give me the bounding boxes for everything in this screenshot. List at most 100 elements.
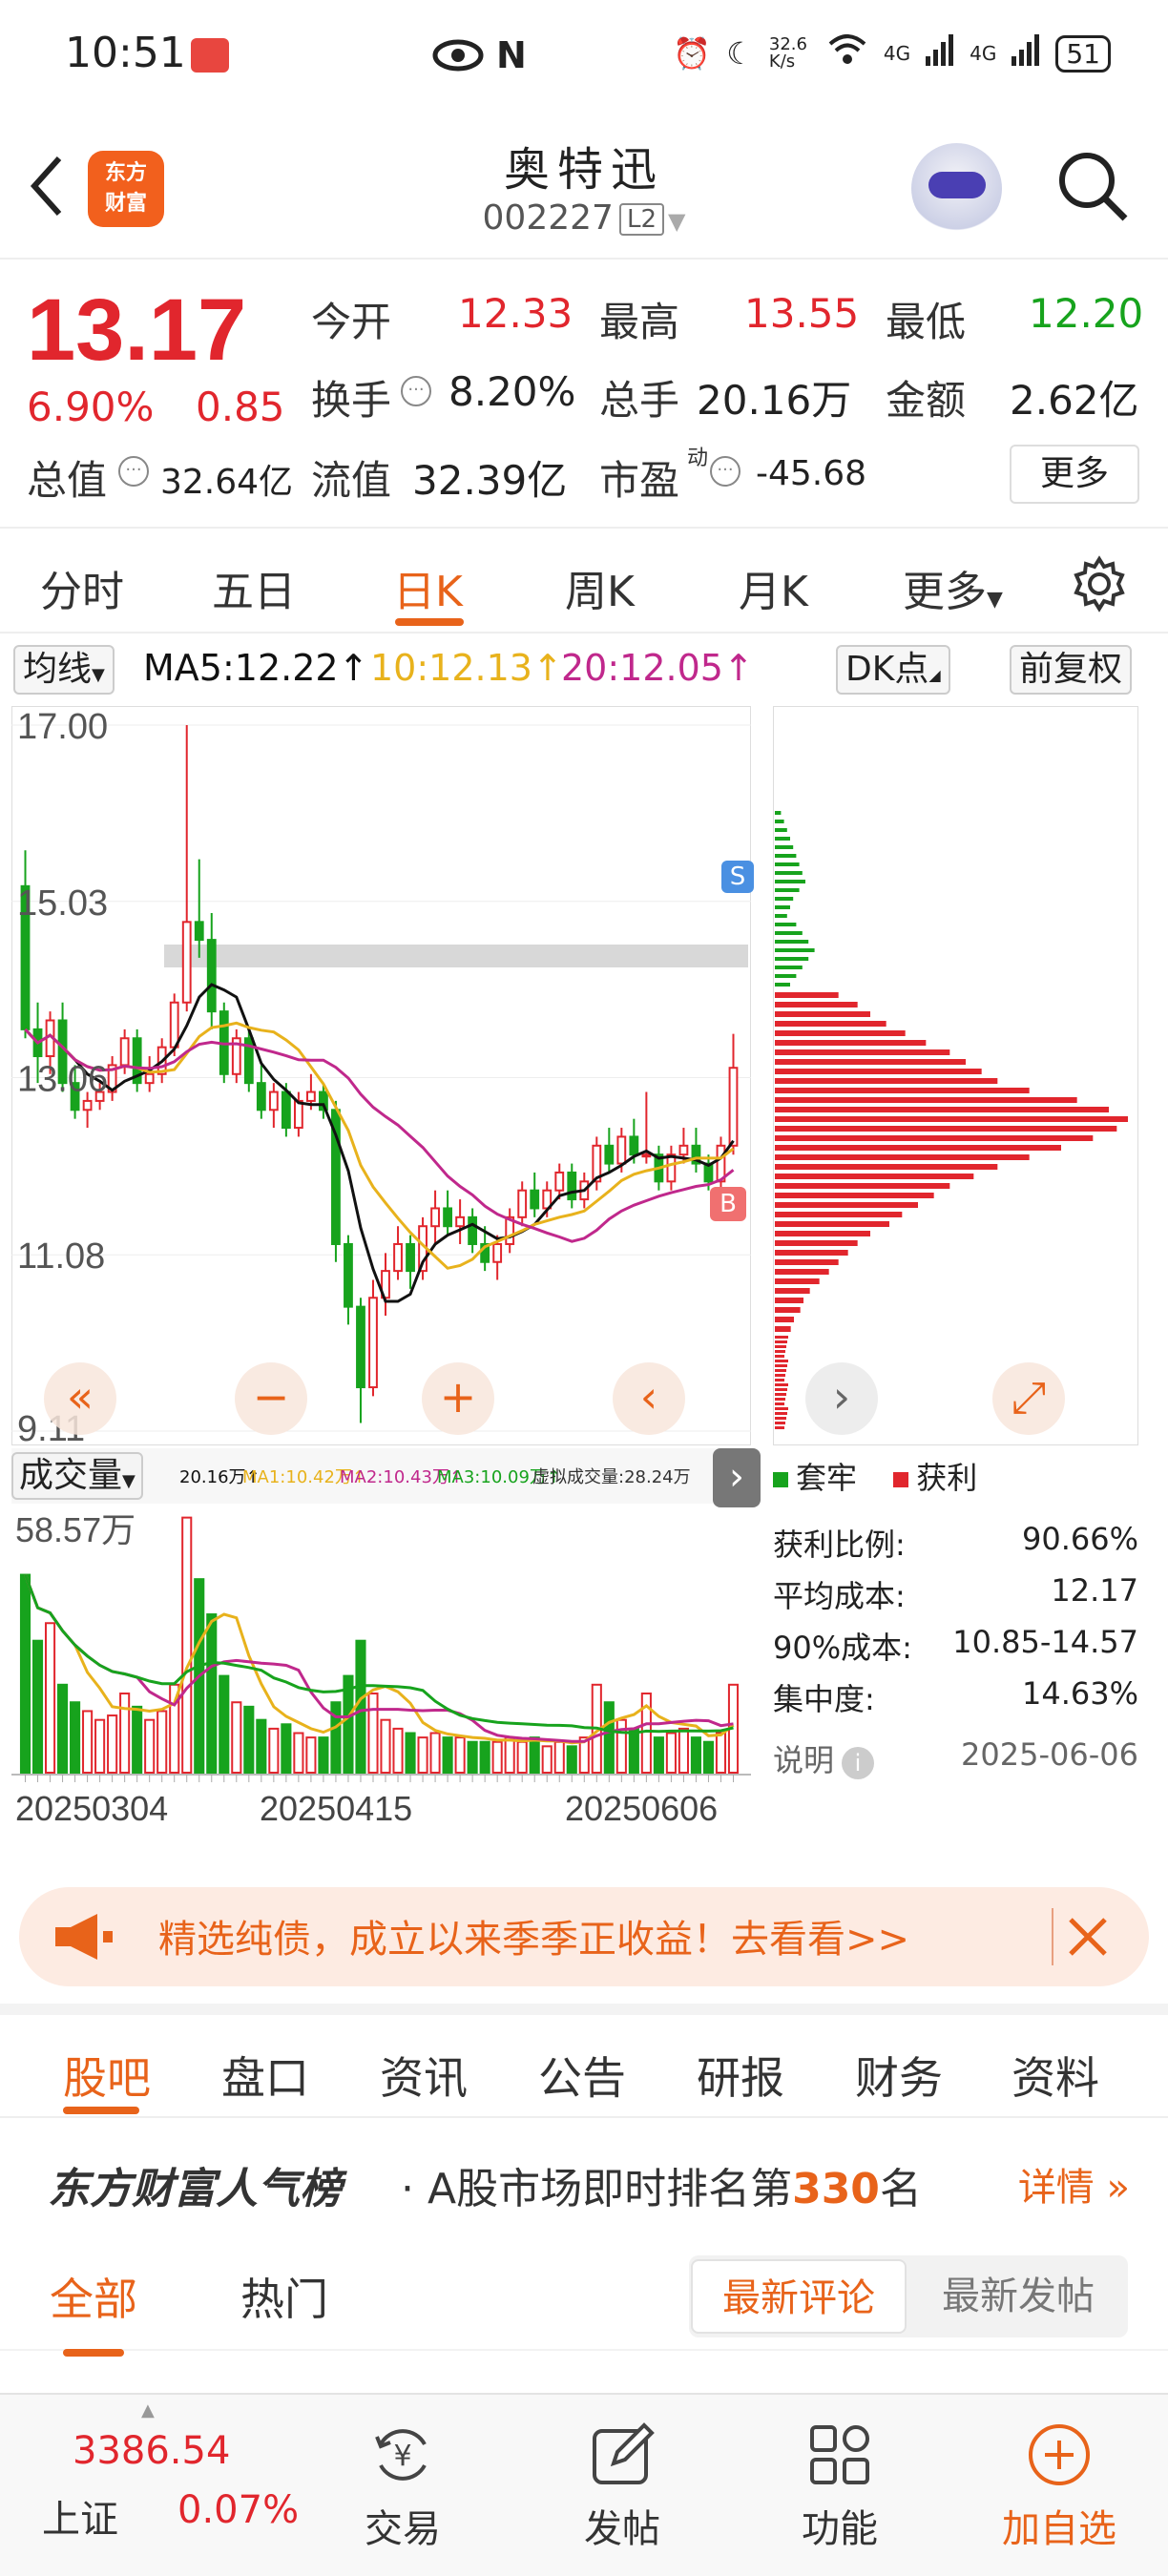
candle-body [604, 1144, 615, 1165]
tab-financials[interactable]: 财务 [855, 2044, 943, 2107]
pe-label: 市盈 [599, 457, 680, 504]
profit-chip-bar [775, 1240, 858, 1246]
trapped-chip-bar [775, 897, 794, 901]
candle-body [194, 921, 204, 942]
zoom-out-button[interactable]: − [235, 1362, 307, 1435]
info-dots-icon[interactable]: ··· [118, 456, 149, 487]
edit-icon [589, 2421, 656, 2488]
volume-bar [293, 1732, 304, 1774]
volume-bar [367, 1693, 379, 1774]
volume-max-label: 58.57万 [15, 1510, 136, 1549]
candle-body [728, 1067, 739, 1147]
profit-chip-bar [775, 1379, 784, 1381]
scroll-right-button[interactable]: › [805, 1362, 878, 1435]
post-button[interactable]: 发帖 [546, 2421, 699, 2553]
sort-toggle: 最新评论 最新发帖 [689, 2255, 1128, 2337]
scroll-left-fast-button[interactable]: « [44, 1362, 116, 1435]
tab-forum[interactable]: 股吧 [63, 2044, 151, 2107]
profit-chip-bar [775, 1412, 787, 1415]
tab-all-posts[interactable]: 全部 [50, 2265, 137, 2328]
app-notification-icon [191, 38, 229, 73]
info-dots-icon[interactable]: ··· [710, 456, 740, 487]
pe-value: -45.68 [756, 454, 867, 493]
signal-2-icon [1012, 33, 1040, 73]
volume-bar [715, 1732, 727, 1774]
caret-up-icon: ▲ [141, 2400, 155, 2420]
info-dots-icon[interactable]: ··· [401, 376, 431, 406]
market-cap-label: 总值 [27, 457, 108, 504]
candle-body [530, 1189, 540, 1210]
volume-axis-group: 58.57万 20250304 20250415 20250606 [11, 1510, 751, 1828]
change-percent: 6.90% [27, 384, 155, 430]
assistant-robot-icon[interactable] [911, 143, 1002, 234]
zoom-in-button[interactable]: + [422, 1362, 494, 1435]
dk-point-button[interactable]: DK点◢ [836, 645, 950, 695]
volume-panel[interactable]: 成交量▼ 20.16万↑ MA1:10.42万↑ MA2:10.43万↑ MA3… [11, 1448, 761, 1868]
corner-icon: ◢ [928, 666, 941, 684]
index-widget[interactable]: ▲ 3386.54 上证 0.07% [0, 2395, 305, 2576]
tab-announcements[interactable]: 公告 [538, 2044, 626, 2107]
profit-chip-bar [775, 1154, 1030, 1160]
sort-latest-post[interactable]: 最新发帖 [910, 2259, 1126, 2334]
vol-ma1-line [24, 1574, 735, 1745]
volume-indicator-select[interactable]: 成交量▼ [11, 1452, 143, 1500]
gear-icon[interactable] [1071, 555, 1128, 613]
add-watchlist-button[interactable]: 加自选 [983, 2421, 1136, 2553]
x-axis-date-label: 20250415 [260, 1789, 412, 1828]
volume-bar [318, 1736, 329, 1774]
profit-chip-bar [775, 1107, 1109, 1112]
candle-body [206, 939, 217, 1013]
tab-research[interactable]: 研报 [697, 2044, 784, 2107]
megaphone-icon [50, 1910, 116, 1963]
profit-chip-bar [775, 1069, 982, 1074]
volume-bar [206, 1613, 218, 1774]
tab-intraday[interactable]: 分时 [40, 557, 124, 618]
trapped-chip-bar [775, 811, 782, 815]
y-tick-label: 13.06 [17, 1060, 108, 1100]
y-tick-label: 11.08 [17, 1236, 105, 1277]
tab-monthly-k[interactable]: 月K [739, 557, 808, 618]
search-icon[interactable] [1054, 148, 1131, 224]
close-icon[interactable] [1061, 1910, 1115, 1963]
volume-bar [268, 1727, 280, 1775]
tab-news[interactable]: 资讯 [380, 2044, 468, 2107]
chevron-right-icon[interactable]: › [713, 1448, 761, 1507]
candle-body [169, 1001, 179, 1049]
popularity-rank-row[interactable]: 东方财富人气榜 · A股市场即时排名第330名 详情 » [0, 2120, 1168, 2234]
tab-weekly-k[interactable]: 周K [565, 557, 635, 618]
tab-order-book[interactable]: 盘口 [221, 2044, 309, 2107]
volume-bar [57, 1683, 69, 1774]
sort-latest-comment[interactable]: 最新评论 [691, 2259, 907, 2334]
more-quote-button[interactable]: 更多 [1010, 445, 1139, 504]
chip-distribution-chart[interactable]: › ⤢ [772, 705, 1139, 1446]
adjust-mode-button[interactable]: 前复权 [1010, 645, 1133, 695]
profit-chip-bar [775, 1350, 785, 1353]
ma10-value: 10:12.13↑ [370, 647, 563, 689]
volume-bar [615, 1718, 627, 1775]
rank-detail-link[interactable]: 详情 » [1018, 2156, 1130, 2212]
promo-banner[interactable]: 精选纯债，成立以来季季正收益！去看看>> [19, 1887, 1149, 1986]
profit-chip-bar [775, 1345, 786, 1348]
ma-select[interactable]: 均线▼ [13, 645, 115, 695]
trade-button[interactable]: ¥ 交易 [326, 2421, 479, 2553]
tab-profile[interactable]: 资料 [1012, 2044, 1099, 2107]
volume-bar [380, 1718, 391, 1775]
tab-hot-posts[interactable]: 热门 [240, 2265, 328, 2328]
volume-bar [603, 1701, 615, 1774]
profit-chip-bar [775, 1183, 950, 1189]
tab-more[interactable]: 更多▼ [903, 557, 1003, 618]
ma20-text: 20:12.05 [561, 647, 723, 689]
volume-bar [132, 1705, 143, 1774]
expand-icon[interactable]: ⤢ [992, 1362, 1065, 1435]
kline-chart[interactable]: 17.00 15.03 13.06 11.08 9.11 S B « − + ‹ [10, 705, 754, 1449]
trapped-chip-bar [775, 983, 790, 987]
tab-daily-k[interactable]: 日K [393, 557, 463, 618]
tab-five-day[interactable]: 五日 [212, 557, 296, 618]
features-button[interactable]: 功能 [763, 2421, 916, 2553]
stat-label: 90%成本: [773, 1630, 912, 1666]
index-percent: 0.07% [177, 2488, 300, 2532]
candle-body [517, 1189, 528, 1218]
scroll-left-button[interactable]: ‹ [613, 1362, 685, 1435]
note-row[interactable]: 说明 i 2025-06-06 [773, 1736, 1138, 1780]
candle-body [678, 1144, 689, 1156]
